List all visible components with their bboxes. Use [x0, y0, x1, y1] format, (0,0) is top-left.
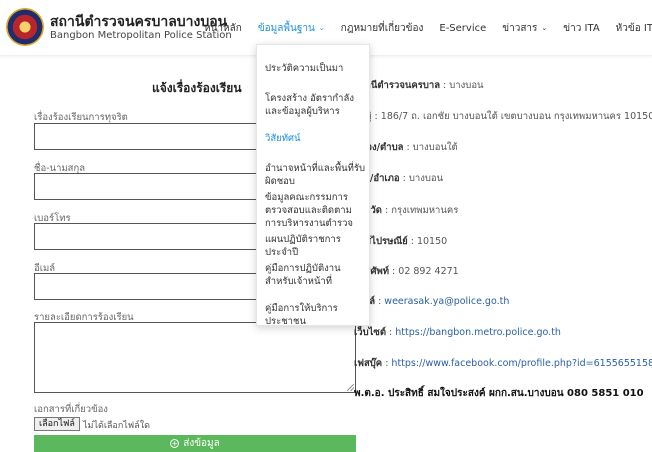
resize-grip-icon[interactable]	[347, 384, 354, 391]
dropdown-item-authority[interactable]: อำนาจหน้าที่และพื้นที่รับผิดชอบ	[265, 162, 367, 188]
dropdown-item-service-manual[interactable]: คู่มือการให้บริการประชาชน	[265, 302, 367, 328]
info-address: ที่อยู่ : 186/7 ถ. เอกชัย บางบอนใต้ เขตบ…	[354, 111, 652, 122]
nav-eservice-label: E-Service	[439, 22, 487, 34]
info-province-value: กรุงเทพมหานคร	[391, 205, 459, 216]
nav-laws[interactable]: กฎหมายที่เกี่ยวข้อง	[341, 21, 424, 36]
dropdown-item-annual-plan[interactable]: แผนปฏิบัติราชการประจำปี	[265, 233, 367, 259]
commander-info: พ.ต.อ. ประสิทธิ์ สมใจประสงค์ ผกก.สน.บางบ…	[354, 388, 644, 399]
dropdown-item-vision[interactable]: วิสัยทัศน์	[265, 132, 367, 145]
file-status: ไม่ได้เลือกไฟล์ใด	[83, 421, 150, 431]
field-label-attachment: เอกสารที่เกี่ยวข้อง	[34, 404, 108, 415]
nav-home[interactable]: หน้าหลัก	[204, 21, 242, 36]
info-facebook: เฟสบุ๊ค : https://www.facebook.com/profi…	[354, 356, 652, 371]
chevron-down-icon: ⌄	[318, 24, 325, 32]
basic-info-dropdown: ประวัติความเป็นมา โครงสร้าง อัตรากำลัง แ…	[256, 44, 370, 328]
nav-ita-topics-label: หัวข้อ ITA	[615, 22, 652, 34]
dropdown-item-history[interactable]: ประวัติความเป็นมา	[265, 62, 367, 75]
info-subdistrict-value: บางบอนใต้	[412, 142, 458, 153]
main-nav: หน้าหลัก ข้อมูลพื้นฐาน ⌄ กฎหมายที่เกี่ยว…	[204, 18, 652, 38]
info-website-label: เว็บไซต์	[354, 327, 387, 338]
info-email: อีเมล์ : weerasak.ya@police.go.th	[354, 294, 509, 309]
website-link[interactable]: https://bangbon.metro.police.go.th	[395, 327, 561, 338]
police-logo[interactable]	[6, 8, 44, 46]
info-phone-value: 02 892 4271	[398, 266, 459, 277]
info-postcode-value: 10150	[416, 236, 448, 247]
dropdown-item-staff-manual[interactable]: คู่มือการปฏิบัติงานสำหรับเจ้าหน้าที่	[265, 262, 367, 288]
info-email-link[interactable]: weerasak.ya@police.go.th	[384, 296, 509, 307]
info-website: เว็บไซต์ : https://bangbon.metro.police.…	[354, 327, 561, 338]
nav-ita-news[interactable]: ข่าว ITA	[563, 21, 599, 36]
dropdown-item-committee[interactable]: ข้อมูลคณะกรรมการตรวจสอบและติดตามการบริหา…	[265, 191, 367, 230]
submit-button[interactable]: + ส่งข้อมูล	[34, 435, 356, 452]
details-textarea[interactable]	[34, 322, 356, 393]
nav-news[interactable]: ข่าวสาร ⌄	[502, 21, 547, 36]
info-station: สถานีตำรวจนครบาล : บางบอน	[354, 80, 484, 91]
nav-laws-label: กฎหมายที่เกี่ยวข้อง	[340, 22, 424, 34]
nav-eservice[interactable]: E-Service	[439, 23, 486, 34]
dropdown-item-structure[interactable]: โครงสร้าง อัตรากำลัง และข้อมูลผู้บริหาร	[265, 92, 367, 118]
nav-home-label: หน้าหลัก	[204, 22, 242, 34]
submit-label: ส่งข้อมูล	[183, 438, 220, 449]
plus-circle-icon: +	[170, 439, 180, 448]
nav-ita-news-label: ข่าว ITA	[563, 22, 600, 34]
nav-basic-info-label: ข้อมูลพื้นฐาน	[257, 22, 315, 34]
nav-basic-info[interactable]: ข้อมูลพื้นฐาน ⌄	[258, 21, 325, 36]
facebook-link[interactable]: https://www.facebook.com/profile.php?id=…	[391, 358, 652, 369]
choose-file-button[interactable]: เลือกไฟล์	[34, 417, 80, 431]
chevron-down-icon: ⌄	[541, 24, 548, 32]
nav-ita-topics[interactable]: หัวข้อ ITA ⌄	[616, 21, 652, 36]
form-title: แจ้งเรื่องร้องเรียน	[152, 81, 242, 95]
info-station-value: บางบอน	[449, 80, 484, 91]
info-district-value: บางบอน	[408, 173, 444, 184]
nav-news-label: ข่าวสาร	[502, 22, 538, 34]
info-facebook-label: เฟสบุ๊ค	[354, 358, 383, 369]
